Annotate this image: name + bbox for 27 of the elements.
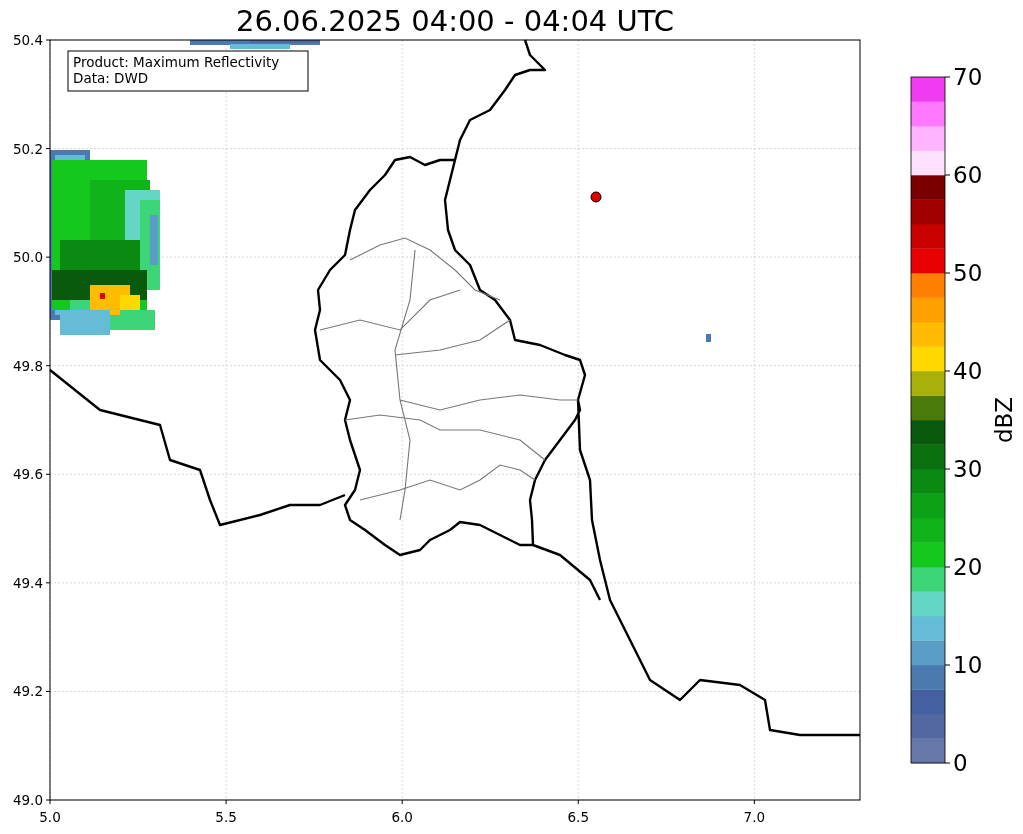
colorbar-tick-label: 30 bbox=[953, 456, 983, 482]
info-text: Data: DWD bbox=[73, 70, 149, 86]
colorbar-tick-label: 20 bbox=[953, 554, 983, 580]
y-tick-label: 49.2 bbox=[12, 683, 43, 700]
x-tick-label: 5.0 bbox=[39, 809, 61, 825]
y-tick-label: 50.2 bbox=[12, 140, 43, 157]
colorbar-tick-label: 70 bbox=[953, 64, 983, 90]
colorbar-tick-label: 50 bbox=[953, 260, 983, 286]
y-tick-label: 49.0 bbox=[12, 792, 43, 808]
info-text: Product: Maximum Reflectivity bbox=[73, 54, 280, 70]
location-marker bbox=[590, 191, 602, 203]
colorbar-tick-label: 0 bbox=[953, 750, 968, 776]
y-tick-label: 50.0 bbox=[12, 249, 43, 266]
y-tick-label: 49.8 bbox=[12, 357, 43, 374]
colorbar-label: dBZ bbox=[991, 396, 1017, 444]
x-tick-label: 5.5 bbox=[215, 809, 237, 825]
colorbar-tick-label: 10 bbox=[953, 652, 983, 678]
chart-title: 26.06.2025 04:00 - 04:04 UTC bbox=[236, 4, 674, 38]
radar-echo-drawing bbox=[706, 334, 711, 342]
y-tick-label: 49.4 bbox=[12, 574, 43, 591]
y-tick-label: 50.4 bbox=[12, 32, 43, 48]
x-tick-label: 7.0 bbox=[743, 809, 766, 825]
x-tick-label: 6.0 bbox=[391, 809, 413, 825]
x-tick-label: 6.5 bbox=[567, 809, 589, 825]
colorbar-tick-label: 60 bbox=[953, 162, 983, 188]
colorbar-tick-label: 40 bbox=[953, 358, 983, 384]
y-tick-label: 49.6 bbox=[12, 466, 43, 483]
